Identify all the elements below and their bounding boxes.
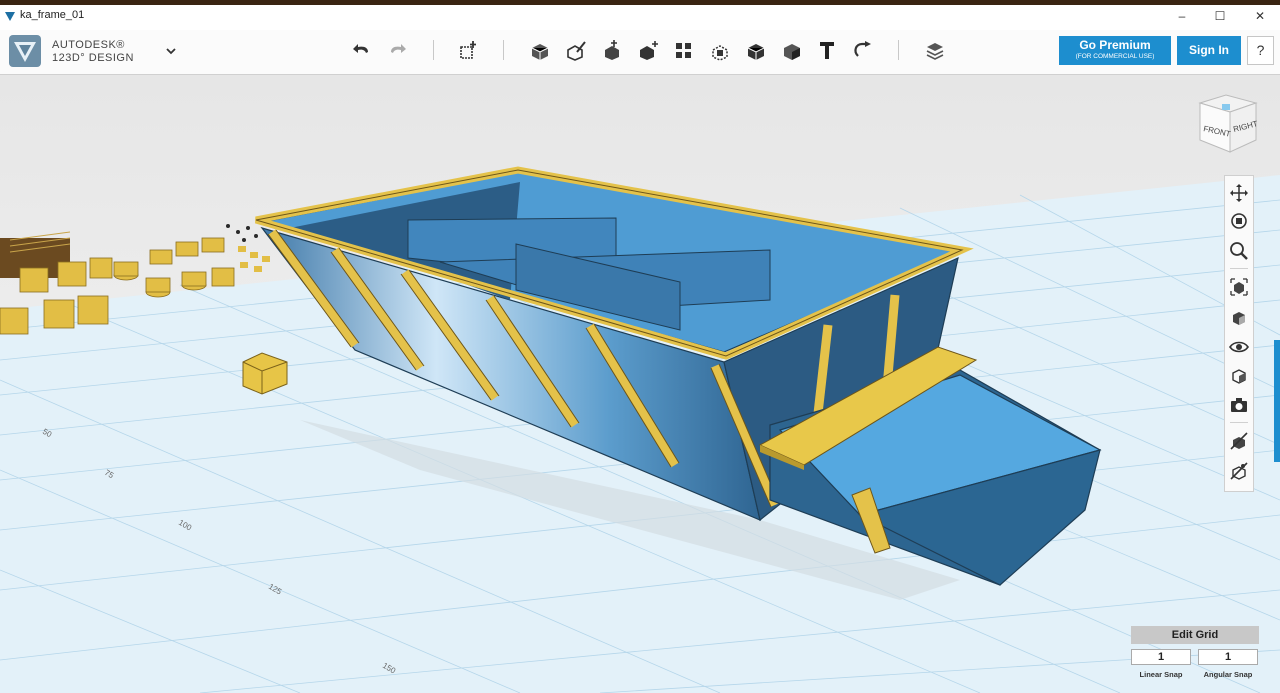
scene-canvas[interactable]: 50 75 100 125 150 FRONT RIGHT: [0, 75, 1280, 693]
side-panel-handle[interactable]: [1274, 340, 1280, 462]
premium-sub-label: (FOR COMMERCIAL USE): [1075, 53, 1155, 60]
sign-in-button[interactable]: Sign In: [1177, 36, 1241, 65]
help-button[interactable]: ?: [1247, 36, 1274, 65]
minimize-button[interactable]: –: [1162, 6, 1202, 28]
edit-grid-button[interactable]: Edit Grid: [1131, 626, 1259, 644]
zoom-icon[interactable]: [1228, 240, 1250, 262]
fit-view-icon[interactable]: [1228, 276, 1250, 298]
group-icon[interactable]: [671, 38, 697, 62]
pan-icon[interactable]: [1228, 182, 1250, 204]
window-titlebar: ka_frame_01 – ☐ ✕: [0, 0, 1280, 30]
material-box-icon[interactable]: [779, 38, 805, 62]
nav-separator: [1230, 268, 1248, 269]
app-icon: [5, 12, 15, 21]
window-title: ka_frame_01: [20, 9, 85, 21]
linear-snap-input[interactable]: 1: [1131, 649, 1191, 665]
snap-icon[interactable]: [850, 38, 876, 62]
pattern-icon[interactable]: [635, 38, 661, 62]
close-button[interactable]: ✕: [1240, 6, 1280, 28]
physical-material-icon[interactable]: [1228, 460, 1250, 482]
camera-icon[interactable]: [1228, 394, 1250, 416]
premium-label: Go Premium: [1079, 38, 1151, 52]
chevron-down-icon[interactable]: [164, 44, 178, 58]
toolbar-separator: [503, 40, 504, 60]
toolbar-separator: [433, 40, 434, 60]
modify-icon[interactable]: [599, 38, 625, 62]
measure-icon[interactable]: [743, 38, 769, 62]
angular-snap-input[interactable]: 1: [1198, 649, 1258, 665]
brand-line-2: 123D° DESIGN: [52, 52, 134, 64]
eye-icon[interactable]: [1228, 336, 1250, 358]
autodesk-logo-icon[interactable]: [8, 34, 42, 68]
show-hide-icon[interactable]: [1228, 430, 1250, 452]
sketch-icon[interactable]: [527, 38, 553, 62]
nav-separator: [1230, 422, 1248, 423]
view-selected-icon[interactable]: [1228, 306, 1250, 328]
brand-line-1: AUTODESK®: [52, 39, 125, 51]
toolbar-separator: [898, 40, 899, 60]
undo-icon[interactable]: [349, 38, 375, 62]
angular-snap-label: Angular Snap: [1203, 670, 1253, 679]
maximize-button[interactable]: ☐: [1200, 6, 1240, 28]
materials-icon[interactable]: [1228, 364, 1250, 386]
construct-icon[interactable]: [563, 38, 589, 62]
navigation-toolbar: [1224, 175, 1254, 492]
redo-icon[interactable]: [384, 38, 410, 62]
3d-viewport[interactable]: 50 75 100 125 150 FRONT RIGHT: [0, 75, 1280, 693]
orbit-icon[interactable]: [1228, 210, 1250, 232]
main-toolbar: AUTODESK® 123D° DESIGN Go Premium (FOR C…: [0, 30, 1280, 75]
combine-icon[interactable]: [707, 38, 733, 62]
go-premium-button[interactable]: Go Premium (FOR COMMERCIAL USE): [1059, 36, 1171, 65]
layers-icon[interactable]: [922, 38, 948, 62]
primitives-icon[interactable]: [456, 38, 482, 62]
text-icon[interactable]: [814, 38, 840, 62]
linear-snap-label: Linear Snap: [1139, 670, 1183, 679]
